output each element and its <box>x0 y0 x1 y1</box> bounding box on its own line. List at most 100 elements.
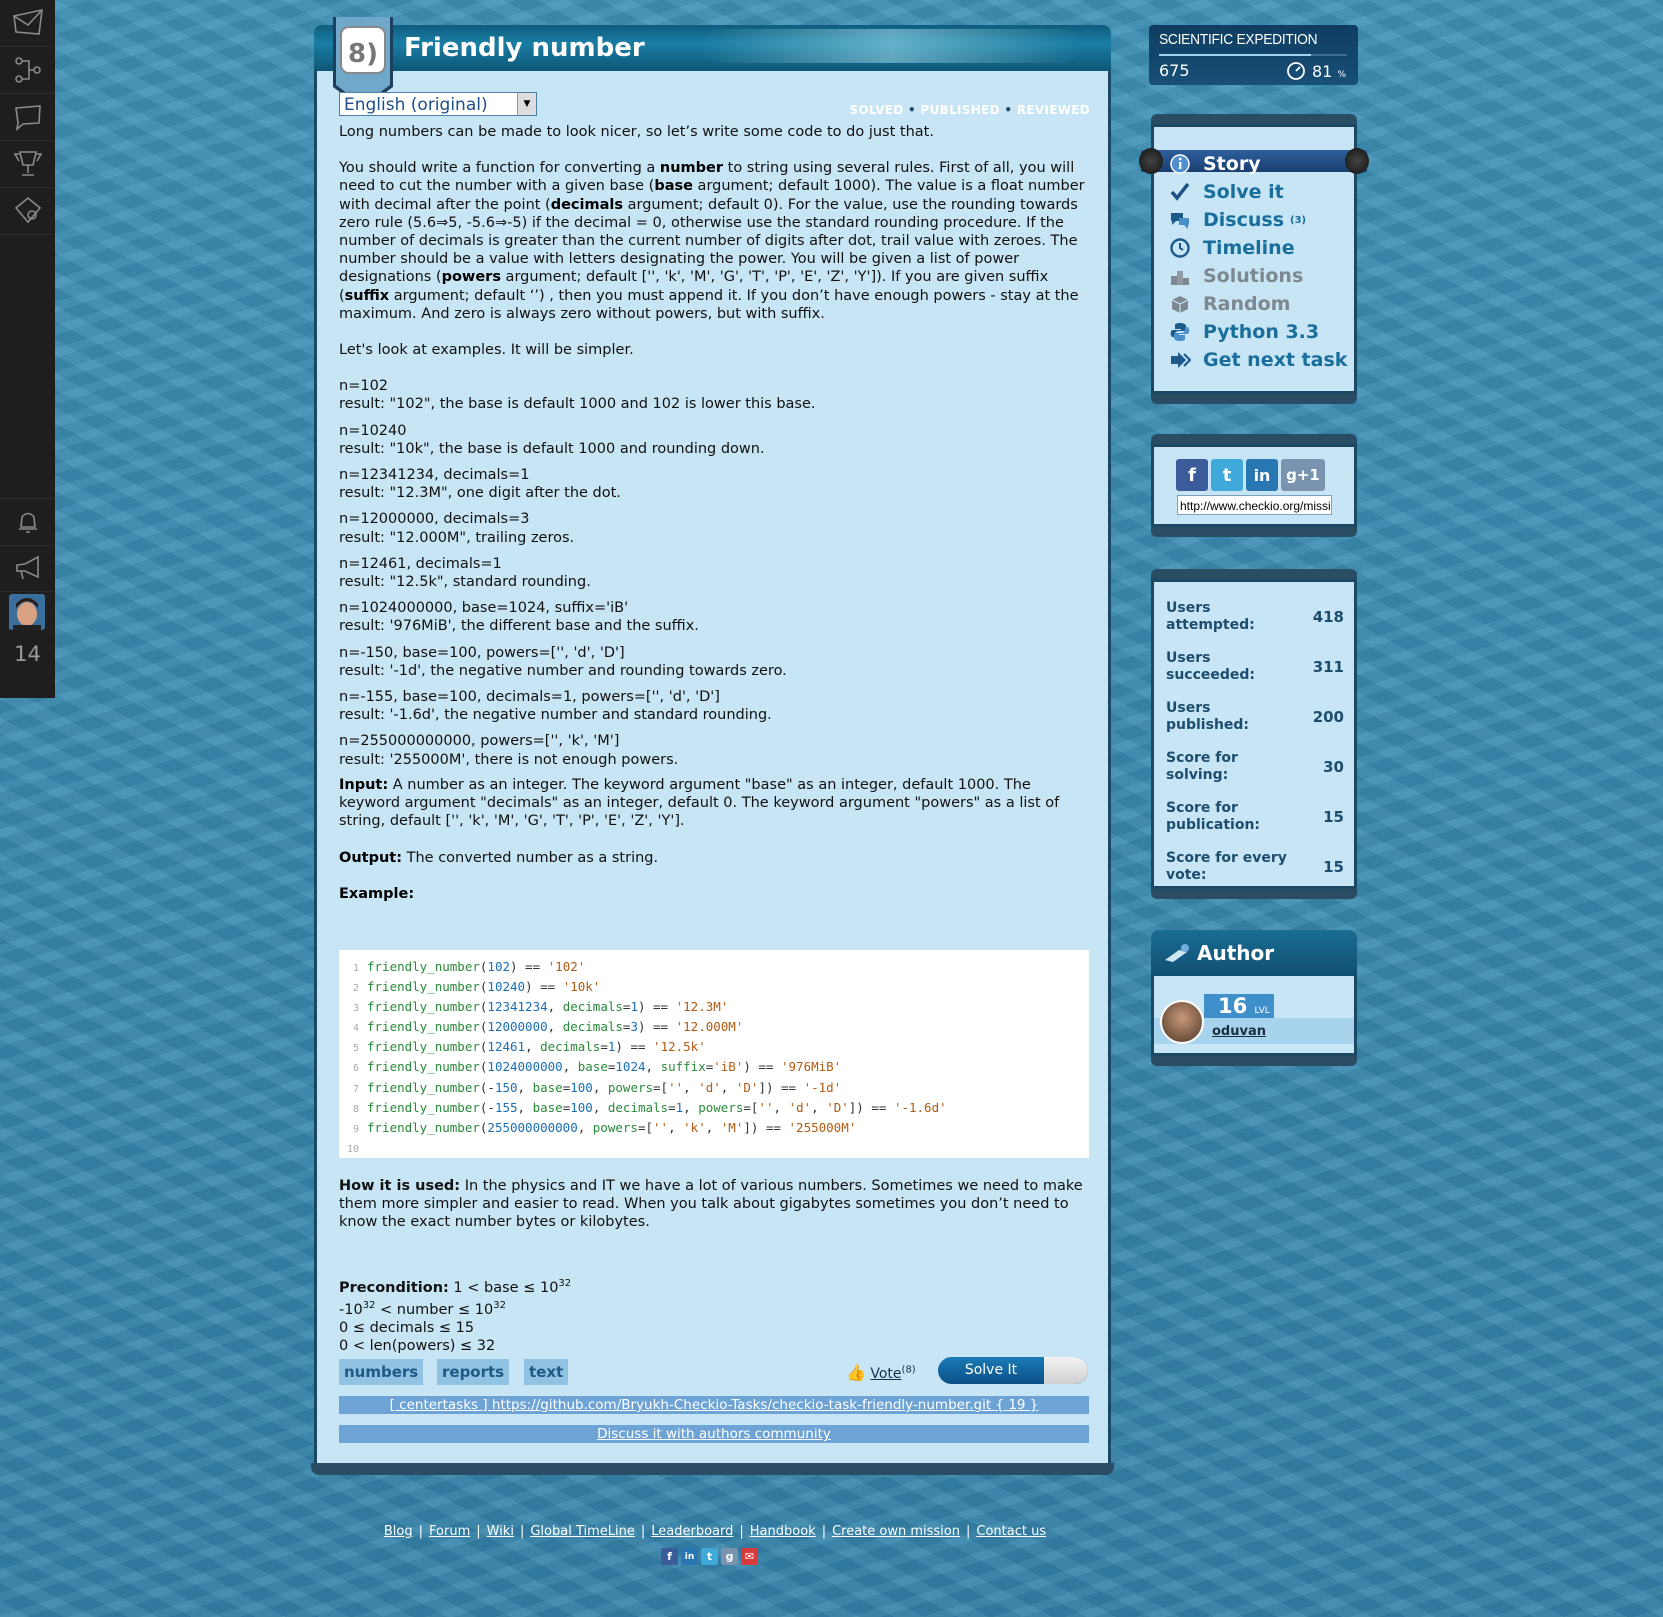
facebook-icon[interactable]: f <box>1176 459 1208 491</box>
footer-link[interactable]: Global TimeLine <box>530 1524 635 1539</box>
footer-linkedin-icon[interactable]: in <box>681 1548 698 1565</box>
footer-mail-icon[interactable]: ✉ <box>741 1548 758 1565</box>
linkedin-icon[interactable]: in <box>1246 459 1278 491</box>
footer-link[interactable]: Leaderboard <box>651 1524 733 1539</box>
lb-settings[interactable] <box>0 188 55 235</box>
expedition-count: 675 <box>1159 61 1190 80</box>
task-description: Long numbers can be made to look nicer, … <box>339 123 1089 921</box>
trophy-icon <box>13 151 42 176</box>
tag-reports[interactable]: reports <box>437 1359 510 1385</box>
stat-label: Users attempted: <box>1166 600 1255 633</box>
stat-value: 15 <box>1323 858 1344 876</box>
stat-label: Score for solving: <box>1166 750 1238 783</box>
menu-solve-it[interactable]: Solve it <box>1165 178 1347 206</box>
menu-discuss[interactable]: Discuss (3) <box>1165 206 1347 234</box>
footer-social-icons: f in t g ✉ <box>661 1548 758 1565</box>
chevron-down-icon: ▼ <box>517 93 536 115</box>
status-line: SOLVED • PUBLISHED • REVIEWED <box>849 103 1090 117</box>
stat-value: 200 <box>1312 708 1344 726</box>
example-item: n=12341234, decimals=1 result: "12.3M", o… <box>339 467 621 502</box>
info-icon <box>1165 153 1195 175</box>
footer-link[interactable]: Handbook <box>750 1524 816 1539</box>
envelope-icon <box>12 8 43 35</box>
user-avatar[interactable] <box>9 594 45 630</box>
menu-next-task[interactable]: Get next task <box>1165 346 1347 374</box>
code-line: 2 friendly_number(10240) == '10k' <box>352 979 601 995</box>
stat-label: Score for publication: <box>1166 800 1261 833</box>
box-icon <box>1165 293 1195 315</box>
footer-link[interactable]: Forum <box>429 1524 470 1539</box>
code-line: 8 friendly_number(-155, base=100, decimal… <box>352 1099 947 1115</box>
code-line: 1 friendly_number(102) == '102' <box>352 959 586 974</box>
twitter-icon[interactable]: t <box>1211 459 1243 491</box>
example-item: n=10240 result: "10k", the base is defaul… <box>339 422 765 457</box>
author-header: Author <box>1151 930 1357 976</box>
footer-link[interactable]: Wiki <box>487 1524 514 1539</box>
python-icon <box>1165 321 1195 343</box>
footer-twitter-icon[interactable]: t <box>701 1548 718 1565</box>
author-level: 16 LVL <box>1204 994 1274 1018</box>
clock-icon <box>1165 237 1195 259</box>
footer-facebook-icon[interactable]: f <box>661 1548 678 1565</box>
author-avatar[interactable] <box>1160 1000 1204 1044</box>
expedition-title: SCIENTIFIC EXPEDITION <box>1159 31 1318 48</box>
menu-solutions[interactable]: Solutions <box>1165 262 1347 290</box>
tag-text[interactable]: text <box>524 1359 569 1385</box>
discussion-icon <box>1165 209 1195 231</box>
stat-value: 15 <box>1323 808 1344 826</box>
lb-mail[interactable] <box>0 0 55 47</box>
discuss-link-bar: Discuss it with authors community <box>339 1425 1089 1443</box>
status-solved: SOLVED <box>849 103 904 117</box>
author-name-link[interactable]: oduvan <box>1212 1024 1266 1039</box>
footer-link[interactable]: Contact us <box>976 1524 1046 1539</box>
stat-label: Users published: <box>1166 700 1250 733</box>
avatar-image <box>9 594 45 630</box>
lb-notifications[interactable] <box>0 498 55 546</box>
lb-announce[interactable] <box>0 545 55 592</box>
menu-python-version[interactable]: Python 3.3 <box>1165 318 1347 346</box>
stat-value: 418 <box>1312 608 1344 626</box>
usage-paragraph: How it is used: In the physics and IT we… <box>339 1178 1083 1231</box>
footer-links: Blog | Forum | Wiki | Global TimeLine | Leaderbo… <box>383 1524 1047 1539</box>
example-item: n=12461, decimals=1 result: "12.5k", stan… <box>339 555 591 591</box>
stat-row: Score for publication: 15 <box>1166 800 1344 834</box>
lb-trophy[interactable] <box>0 141 55 188</box>
footer-link[interactable]: Blog <box>384 1524 413 1539</box>
footer-link[interactable]: Create own mission <box>832 1524 960 1539</box>
speech-bubble-icon <box>14 105 41 131</box>
vote-link[interactable]: Vote <box>870 1366 901 1382</box>
input-paragraph: Input: A number as an integer. The keywo… <box>339 776 1060 830</box>
thumbs-up-icon: 👍 <box>846 1363 866 1382</box>
menu-story[interactable]: Story <box>1165 150 1347 178</box>
share-url-field[interactable]: http://www.checkio.org/mission/friendly-… <box>1177 495 1332 515</box>
lb-chat[interactable] <box>0 94 55 141</box>
stat-row: Users attempted: 418 <box>1166 600 1344 634</box>
expedition-progress-fill <box>1159 54 1312 56</box>
menu-random[interactable]: Random <box>1165 290 1347 318</box>
expedition-widget[interactable]: SCIENTIFIC EXPEDITION 675 81 % <box>1149 25 1358 85</box>
code-line: 5 friendly_number(12461, decimals=1) == '… <box>352 1039 706 1055</box>
vote: 👍 Vote(8) <box>846 1363 916 1382</box>
expedition-percent: 81 % <box>1286 61 1346 81</box>
stat-label: Users succeeded: <box>1166 650 1256 683</box>
footer-gplus-icon[interactable]: g <box>721 1548 738 1565</box>
code-line: 9 friendly_number(255000000000, powers=['… <box>352 1119 857 1135</box>
example-heading: Example: <box>339 885 415 902</box>
stat-label: Score for every vote: <box>1166 850 1287 883</box>
megaphone-icon <box>15 555 39 580</box>
menu-timeline[interactable]: Timeline <box>1165 234 1347 262</box>
lb-map[interactable] <box>0 47 55 94</box>
task-number: 8) <box>348 39 378 69</box>
repo-link[interactable]: [ centertasks ] https://github.com/Bryuk… <box>390 1397 1039 1413</box>
example-item: n=-150, base=100, powers=['', 'd', 'D'] r… <box>339 644 787 679</box>
google-plus-icon[interactable]: g+1 <box>1281 459 1325 491</box>
stat-row: Users succeeded: 311 <box>1166 650 1344 684</box>
solve-it-button[interactable]: Solve It <box>938 1357 1088 1384</box>
tag-numbers[interactable]: numbers <box>339 1359 424 1385</box>
discuss-community-link[interactable]: Discuss it with authors community <box>597 1426 831 1442</box>
task-title: Friendly number <box>404 33 645 63</box>
author-heading: Author <box>1197 941 1275 965</box>
checkmark-icon <box>1165 181 1195 203</box>
output-paragraph: Output: The converted number as a string… <box>339 849 659 866</box>
language-select[interactable]: English (original) ▼ <box>339 92 537 116</box>
